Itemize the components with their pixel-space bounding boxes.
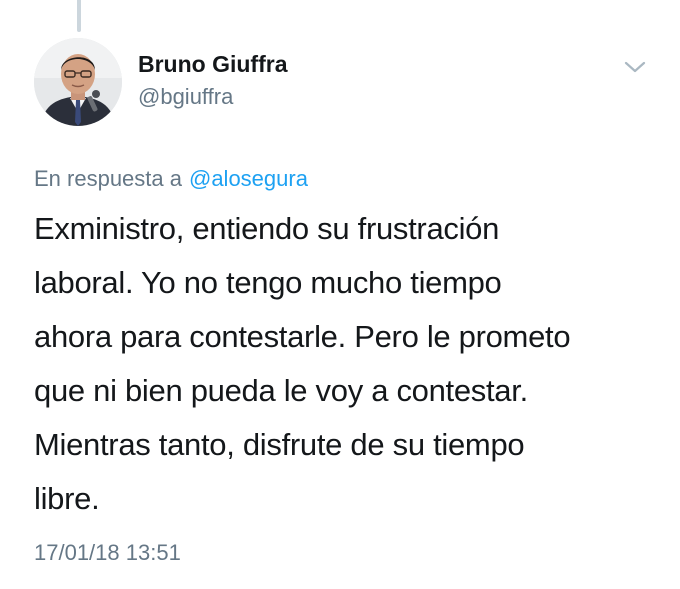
author-handle[interactable]: @bgiuffra	[138, 84, 233, 110]
tweet-text: Exministro, entiendo su frustración labo…	[34, 202, 664, 526]
tweet-text-line: Exministro, entiendo su frustración	[34, 211, 500, 246]
tweet-text-line: que ni bien pueda le voy a contestar.	[34, 373, 528, 408]
tweet-text-line: Mientras tanto, disfrute de su tiempo	[34, 427, 525, 462]
tweet-text-line: laboral. Yo no tengo mucho tiempo	[34, 265, 502, 300]
profile-photo-icon	[34, 38, 122, 126]
thread-connector-line	[77, 0, 81, 32]
tweet-text-line: ahora para contestarle. Pero le prometo	[34, 319, 571, 354]
reply-prefix: En respuesta a	[34, 166, 182, 191]
tweet-menu-button[interactable]	[622, 56, 648, 78]
chevron-down-icon	[624, 61, 646, 73]
tweet-text-line: libre.	[34, 481, 100, 516]
author-display-name[interactable]: Bruno Giuffra	[138, 51, 288, 78]
tweet-timestamp[interactable]: 17/01/18 13:51	[34, 540, 181, 566]
avatar[interactable]	[34, 38, 122, 126]
reply-mention-link[interactable]: @alosegura	[189, 166, 308, 191]
reply-context: En respuesta a @alosegura	[34, 166, 308, 192]
